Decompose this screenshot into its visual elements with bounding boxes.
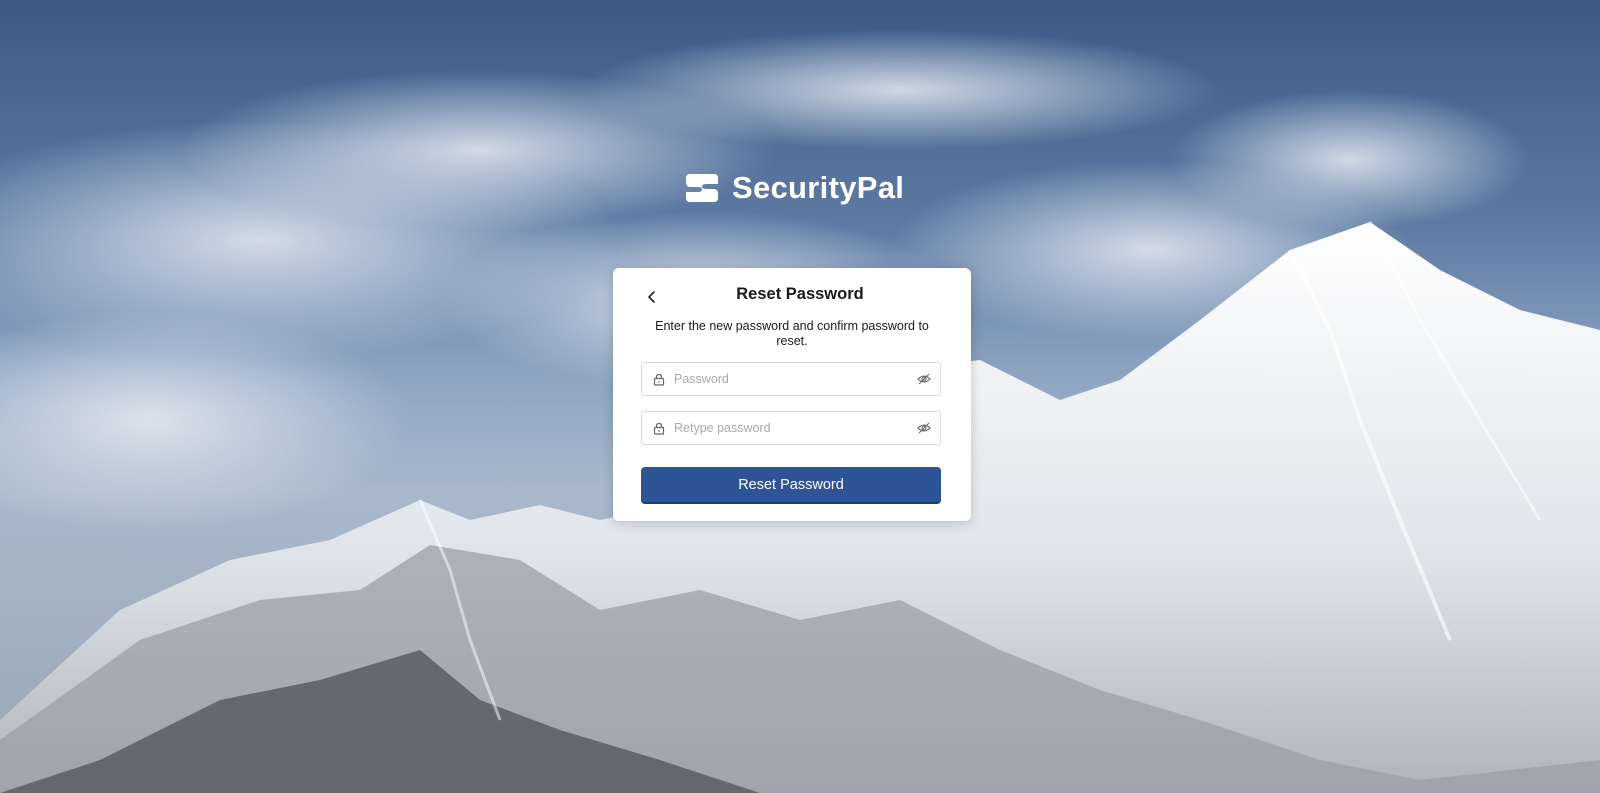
securitypal-logo-icon [684,172,720,204]
brand-name: SecurityPal [732,170,905,205]
lock-icon [652,372,666,386]
eye-hidden-icon[interactable] [916,420,932,436]
retype-password-field [641,411,941,445]
password-field [641,362,941,396]
brand-logo: SecurityPal [684,170,904,206]
reset-password-card: Reset Password Enter the new password an… [613,268,971,521]
password-input[interactable] [674,364,916,394]
eye-hidden-icon[interactable] [916,371,932,387]
reset-password-button[interactable]: Reset Password [641,467,941,502]
retype-password-input[interactable] [674,413,916,443]
lock-icon [652,421,666,435]
card-title: Reset Password [736,285,864,303]
card-description: Enter the new password and confirm passw… [655,319,929,348]
